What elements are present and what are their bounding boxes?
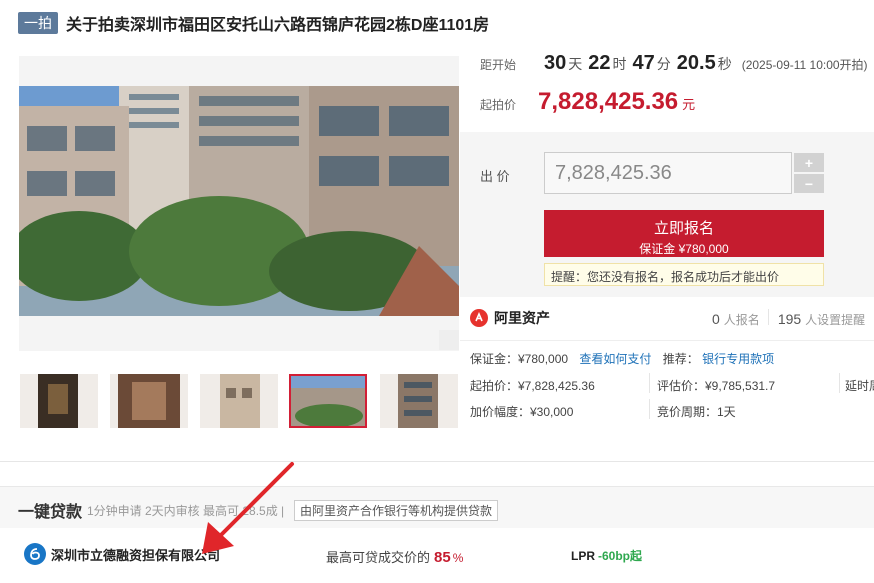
cycle-info: 竞价周期：1天 — [657, 405, 736, 419]
divider — [649, 373, 650, 393]
reminder-count: 195 — [777, 311, 802, 327]
recommend-label: 推荐： — [662, 352, 699, 366]
auction-card: 一拍 关于拍卖深圳市福田区安托山六路西锦庐花园2栋D座1101房 距开始 30 … — [0, 0, 874, 462]
loan-company[interactable]: 深圳市立德融资担保有限公司 — [24, 543, 220, 565]
loan-ratio-value: 85 — [434, 549, 451, 566]
reminder-label: 人设置提醒 — [805, 313, 866, 327]
brand[interactable]: 阿里资产 — [470, 308, 550, 328]
loan-header: 一键贷款 1分钟申请 2天内审核 最高可 28.5成 | 由阿里资产合作银行等机… — [0, 486, 874, 528]
loan-provider-tag: 由阿里资产合作银行等机构提供贷款 — [294, 500, 499, 521]
loan-ratio: 最高可贷成交价的 85% — [326, 547, 463, 566]
countdown-minutes: 47 — [632, 52, 655, 74]
days-unit: 天 — [568, 56, 583, 72]
loan-ratio-unit: % — [452, 551, 464, 565]
start-price-info: 起拍价：¥7,828,425.36 — [470, 379, 595, 393]
brand-name: 阿里资产 — [494, 310, 550, 326]
apply-button-label: 立即报名 — [653, 220, 714, 237]
appraisal-info: 评估价：¥9,785,531.7 — [657, 379, 776, 393]
signup-label: 人报名 — [723, 313, 760, 327]
hours-unit: 时 — [612, 56, 627, 72]
divider — [839, 373, 840, 393]
bank-fund-link[interactable]: 银行专用款项 — [702, 352, 774, 366]
company-name: 深圳市立德融资担保有限公司 — [51, 547, 221, 563]
annotation-arrow-icon — [202, 462, 294, 554]
deposit-row: 保证金：¥780,000 查看如何支付 推荐： 银行专用款项 — [470, 350, 774, 367]
delay-info: 延时周 — [845, 379, 874, 393]
lpr-label: LPR — [571, 549, 595, 563]
company-logo-icon — [24, 543, 46, 565]
seconds-unit: 秒 — [717, 56, 732, 72]
start-time: (2025-09-11 10:00开拍) — [741, 58, 868, 72]
bid-panel: 出 价 7,828,425.36 + − 立即报名 保证金 ¥780,000 提… — [460, 132, 874, 297]
countdown-hours: 22 — [588, 52, 611, 74]
bid-area: 距开始 30 天 22 时 47 分 20.5 秒 (2025-09-11 10… — [460, 42, 874, 297]
thumbnail[interactable] — [20, 374, 98, 428]
loan-title: 一键贷款 — [18, 504, 83, 521]
apply-button-deposit: 保证金 ¥780,000 — [639, 242, 729, 256]
thumbnail[interactable] — [110, 374, 188, 428]
bid-input[interactable]: 7,828,425.36 — [544, 152, 792, 194]
lpr-rate: LPR -60bp起 — [571, 547, 642, 564]
title-row: 一拍 关于拍卖深圳市福田区安托山六路西锦庐花园2栋D座1101房 — [18, 10, 489, 36]
thumbnail[interactable] — [200, 374, 278, 428]
start-price-unit: 元 — [682, 97, 696, 112]
thumbnail[interactable] — [380, 374, 458, 428]
deposit-text: 保证金：¥780,000 — [470, 352, 569, 366]
signup-count: 0 — [712, 311, 720, 327]
increment-info: 加价幅度：¥30,000 — [470, 405, 574, 419]
magnifier-icon[interactable] — [439, 330, 459, 350]
page-title: 关于拍卖深圳市福田区安托山六路西锦庐花园2栋D座1101房 — [66, 17, 490, 34]
divider — [649, 399, 650, 419]
ali-icon — [470, 309, 488, 327]
participation-counts: 0 人报名 195 人设置提醒 — [712, 309, 866, 328]
main-photo[interactable] — [19, 56, 459, 351]
loan-ratio-label: 最高可贷成交价的 — [326, 550, 431, 565]
divider — [460, 340, 874, 341]
divider — [768, 309, 769, 325]
increase-bid-button[interactable]: + — [794, 153, 824, 172]
countdown-label: 距开始 — [480, 58, 517, 72]
auction-info: 阿里资产 0 人报名 195 人设置提醒 保证金：¥780,000 查看如何支付… — [460, 298, 874, 438]
loan-section: 一键贷款 1分钟申请 2天内审核 最高可 28.5成 | 由阿里资产合作银行等机… — [0, 486, 874, 583]
thumbnail-strip — [20, 374, 460, 428]
countdown: 距开始 30 天 22 时 47 分 20.5 秒 (2025-09-11 10… — [480, 52, 868, 75]
apply-button[interactable]: 立即报名 保证金 ¥780,000 — [544, 210, 824, 257]
countdown-seconds: 20.5 — [676, 52, 716, 74]
start-price-label: 起拍价 — [480, 98, 517, 112]
minutes-unit: 分 — [656, 56, 671, 72]
decrease-bid-button[interactable]: − — [794, 174, 824, 193]
building-photo — [19, 86, 459, 316]
how-to-pay-link[interactable]: 查看如何支付 — [579, 352, 651, 366]
lpr-value: -60bp起 — [598, 549, 643, 563]
start-price-value: 7,828,425.36 — [538, 88, 679, 115]
start-price: 起拍价 7,828,425.36 元 — [480, 88, 695, 116]
auction-round-badge: 一拍 — [18, 12, 58, 34]
signup-notice: 提醒：您还没有报名，报名成功后才能出价 — [544, 263, 824, 286]
thumbnail-active[interactable] — [289, 374, 367, 428]
countdown-days: 30 — [544, 52, 567, 74]
bid-label: 出 价 — [480, 169, 510, 184]
